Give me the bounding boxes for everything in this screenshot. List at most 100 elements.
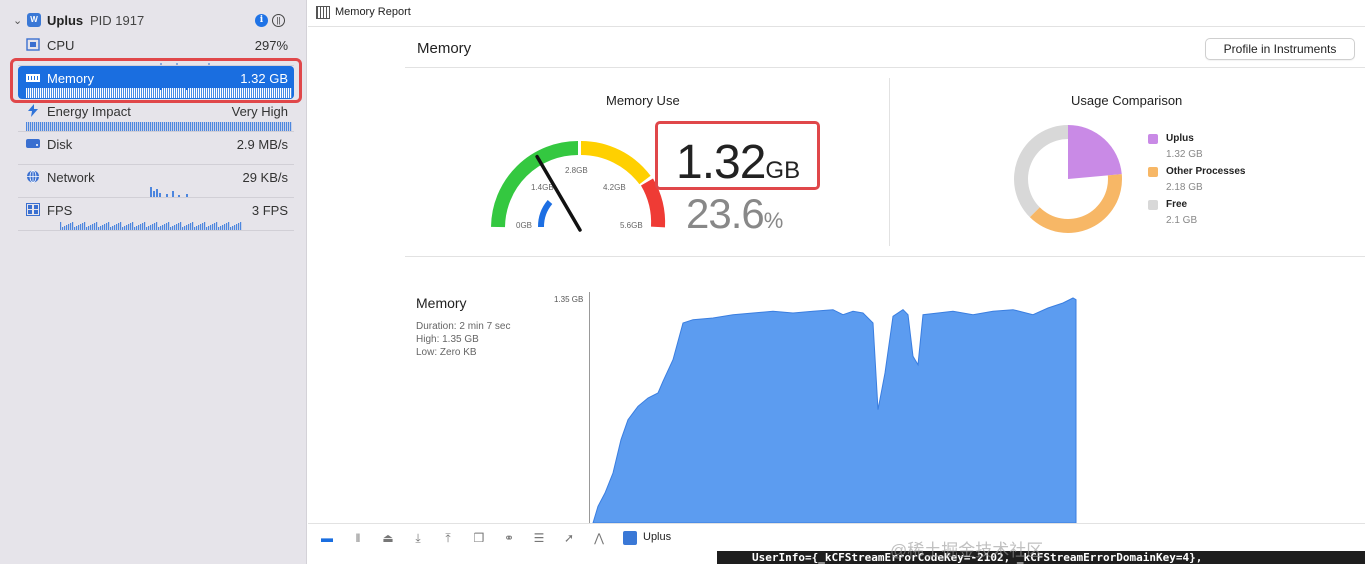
jump-bar: Memory Report: [308, 0, 1365, 27]
process-selector[interactable]: Uplus: [643, 531, 671, 543]
gauge-disk[interactable]: Disk 2.9 MB/s: [18, 132, 294, 165]
pause-icon[interactable]: ‖: [351, 531, 365, 545]
gauge-tick: 4.2GB: [603, 183, 626, 192]
spark-bar: [172, 122, 174, 131]
spark-bar: [76, 226, 78, 230]
spark-bar: [206, 227, 208, 230]
spark-bar: [282, 122, 284, 131]
spark-bar: [54, 122, 56, 131]
legend-name: Uplus: [1166, 133, 1194, 144]
spark-bar: [86, 122, 88, 131]
spark-bar: [124, 122, 126, 131]
spark-bar: [110, 227, 112, 230]
spark-bar: [102, 122, 104, 131]
gauge-network[interactable]: Network 29 KB/s: [18, 165, 294, 198]
spark-bar: [132, 122, 134, 131]
memory-graph-icon[interactable]: ⚭: [502, 531, 516, 545]
spark-bar: [60, 222, 62, 230]
spark-bar: [174, 225, 176, 230]
view-hierarchy-icon[interactable]: ❒: [472, 531, 486, 545]
jump-bar-title[interactable]: Memory Report: [335, 6, 411, 18]
step-into-icon[interactable]: ⤓: [411, 531, 425, 545]
environment-overrides-icon[interactable]: ☰: [532, 531, 546, 545]
divider: [405, 256, 1365, 257]
spark-bar: [104, 224, 106, 230]
spark-bar: [136, 226, 138, 230]
chevron-down-icon[interactable]: ⌄: [13, 14, 22, 27]
instruments-icon[interactable]: ⋀: [592, 531, 606, 545]
spark-bar: [42, 122, 44, 131]
spark-bar: [58, 122, 60, 131]
spark-bar: [226, 223, 228, 230]
donut-slice-1: [1029, 174, 1122, 233]
spark-bar: [162, 122, 164, 131]
spark-bar: [108, 122, 110, 131]
divider: [405, 67, 1365, 68]
spark-bar: [142, 223, 144, 230]
spark-bar: [222, 225, 224, 230]
spark-bar: [252, 122, 254, 131]
spark-bar: [156, 122, 158, 131]
profile-in-instruments-button[interactable]: Profile in Instruments: [1205, 38, 1355, 60]
spark-bar: [204, 122, 206, 131]
memory-graph-title: Memory: [416, 295, 467, 311]
spark-bar: [258, 122, 260, 131]
spark-bar: [274, 122, 276, 131]
spark-bar: [78, 225, 80, 230]
spark-bar: [44, 122, 46, 131]
spark-bar: [188, 224, 190, 230]
spark-bar: [108, 222, 110, 230]
spark-bar: [246, 122, 248, 131]
memory-area: [592, 297, 1077, 523]
divider: [889, 78, 890, 246]
spark-bar: [56, 122, 58, 131]
spark-bar: [198, 122, 200, 131]
spark-bar: [220, 122, 222, 131]
spark-bar: [128, 122, 130, 131]
spark-bar: [62, 227, 64, 230]
spark-bar: [96, 122, 98, 131]
spark-bar: [208, 226, 210, 230]
app-icon: [623, 531, 637, 545]
spark-bar: [192, 222, 194, 230]
step-over-icon[interactable]: ⏏: [381, 531, 395, 545]
spark-bar: [166, 122, 168, 131]
spark-bar: [290, 122, 292, 131]
gauge-fps[interactable]: FPS 3 FPS: [18, 198, 294, 231]
spark-bar: [232, 226, 234, 230]
debug-toolbar: ▬ ‖ ⏏ ⤓ ⤒ ❒ ⚭ ☰ ➚ ⋀ Uplus: [308, 523, 1365, 551]
spark-bar: [86, 227, 88, 230]
debug-navigator: ⌄ W Uplus PID 1917 i || CPU 297% Memory …: [0, 0, 307, 564]
spark-bar: [238, 122, 240, 131]
spark-bar: [148, 122, 150, 131]
spark-bar: [122, 227, 124, 230]
breakpoints-toggle-icon[interactable]: ▬: [320, 531, 334, 545]
spark-bar: [164, 224, 166, 230]
spark-bar: [32, 122, 34, 131]
gauge-energy[interactable]: Energy Impact Very High: [18, 99, 294, 132]
spark-bar: [94, 122, 96, 131]
spark-bar: [240, 222, 242, 230]
process-row[interactable]: ⌄ W Uplus PID 1917 i ||: [0, 10, 307, 32]
spark-bar: [236, 224, 238, 230]
step-out-icon[interactable]: ⤒: [441, 531, 455, 545]
legend-value: 2.1 GB: [1166, 215, 1198, 226]
spark-bar: [96, 222, 98, 230]
spark-bar: [70, 223, 72, 230]
spark-bar: [116, 122, 118, 131]
gauge-tick: 2.8GB: [565, 166, 588, 175]
location-icon[interactable]: ➚: [562, 531, 576, 545]
spark-bar: [206, 122, 208, 131]
legend-swatch: [1148, 167, 1158, 177]
spark-bar: [140, 224, 142, 230]
legend-swatch: [1148, 200, 1158, 210]
info-icon[interactable]: i: [255, 14, 268, 27]
globe-icon: [27, 170, 39, 183]
spark-bar: [28, 122, 30, 131]
spark-bar: [88, 122, 90, 131]
spark-bar: [202, 122, 204, 131]
spark-bar: [74, 122, 76, 131]
spark-bar: [192, 122, 194, 131]
spark-bar: [196, 226, 198, 230]
pause-icon[interactable]: ||: [272, 14, 285, 27]
